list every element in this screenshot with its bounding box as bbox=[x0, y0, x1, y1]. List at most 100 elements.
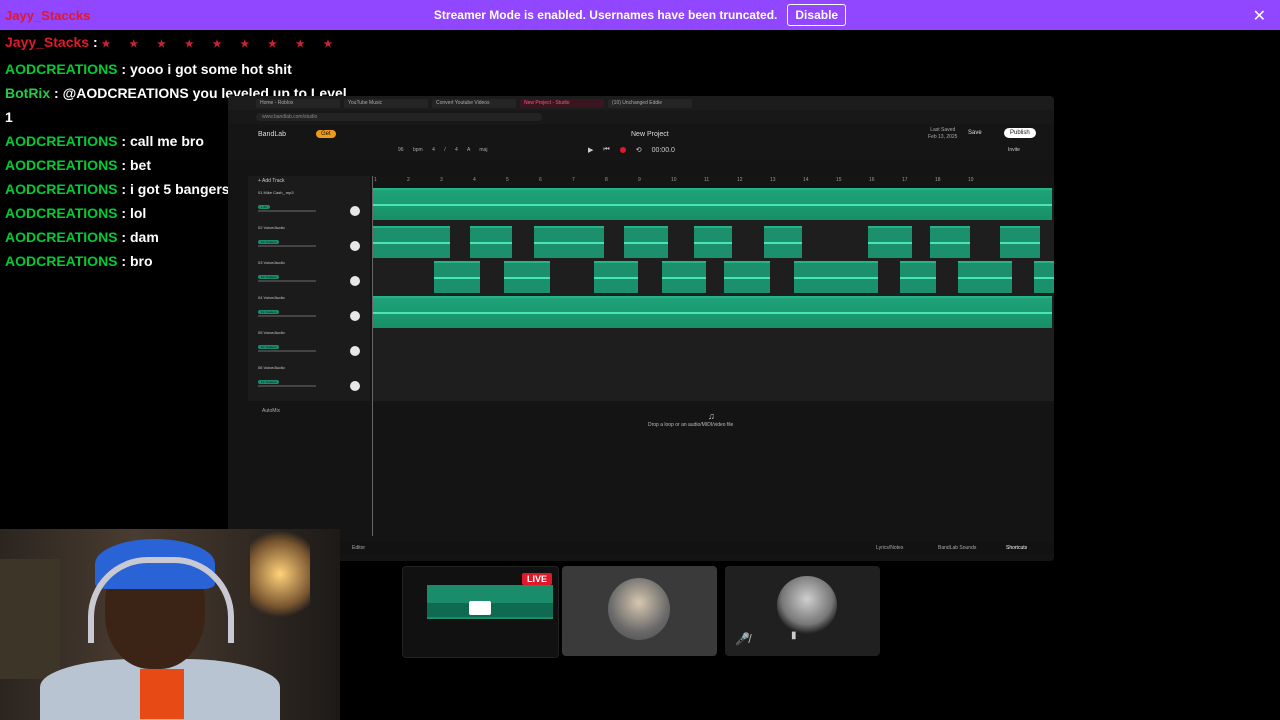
participant-tile[interactable] bbox=[562, 566, 717, 656]
track-lanes[interactable] bbox=[372, 188, 1054, 401]
volume-slider[interactable] bbox=[258, 280, 316, 282]
address-bar: www.bandlab.com/studio bbox=[228, 110, 1054, 124]
track-name[interactable]: 06 Voice/Audio bbox=[258, 365, 368, 370]
track-fx-badge[interactable]: + Fx bbox=[258, 205, 270, 209]
tempo-display[interactable]: 96 bpm 4 / 4 A maj bbox=[398, 147, 487, 153]
browser-tab[interactable]: (10) Unchanged Eddie bbox=[608, 98, 692, 108]
track-name[interactable]: 04 Voice/Audio bbox=[258, 295, 368, 300]
pan-knob[interactable] bbox=[350, 346, 360, 356]
audio-clip[interactable] bbox=[662, 261, 706, 293]
track-fx-badge[interactable]: Fx: Custom bbox=[258, 240, 280, 244]
pan-knob[interactable] bbox=[350, 276, 360, 286]
audio-clip[interactable] bbox=[694, 226, 732, 258]
audio-clip[interactable] bbox=[372, 296, 1052, 328]
chat-username[interactable]: AODCREATIONS bbox=[5, 253, 118, 269]
track-fx-badge[interactable]: Fx: Custom bbox=[258, 275, 280, 279]
rewind-icon[interactable]: ⏮ bbox=[603, 146, 609, 154]
bandlab-brand[interactable]: BandLab bbox=[258, 131, 286, 138]
track-header[interactable]: 01 Mike Cash_.mp3 + Fx bbox=[258, 190, 368, 224]
audio-clip[interactable] bbox=[434, 261, 480, 293]
track-name[interactable]: 03 Voice/Audio bbox=[258, 260, 368, 265]
pan-knob[interactable] bbox=[350, 206, 360, 216]
ruler-bar-number: 19 bbox=[968, 177, 974, 183]
participant-tile-muted[interactable]: 🎤̸ ▮ bbox=[725, 566, 880, 656]
chat-username[interactable]: BotRix bbox=[5, 85, 50, 101]
chat-username[interactable]: Jayy_Stacks bbox=[5, 34, 89, 50]
editor-tab[interactable]: Editor bbox=[352, 545, 365, 551]
chat-username[interactable]: AODCREATIONS bbox=[5, 61, 118, 77]
track-fx-badge[interactable]: Fx: Custom bbox=[258, 380, 280, 384]
track-fx-badge[interactable]: Fx: Custom bbox=[258, 345, 280, 349]
chat-username[interactable]: AODCREATIONS bbox=[5, 229, 118, 245]
close-icon[interactable]: ✕ bbox=[1253, 6, 1266, 26]
waveform bbox=[504, 276, 550, 279]
save-button[interactable]: Save bbox=[968, 130, 982, 136]
track-header[interactable]: 02 Voice/Audio Fx: Custom bbox=[258, 225, 368, 259]
play-icon[interactable]: ▶ bbox=[588, 146, 593, 154]
track-name[interactable]: 02 Voice/Audio bbox=[258, 225, 368, 230]
browser-tab[interactable]: New Project - Studio bbox=[520, 98, 604, 108]
audio-clip[interactable] bbox=[1000, 226, 1040, 258]
chat-username[interactable]: AODCREATIONS bbox=[5, 157, 118, 173]
volume-slider[interactable] bbox=[258, 385, 316, 387]
track-header[interactable]: 03 Voice/Audio Fx: Custom bbox=[258, 260, 368, 294]
pan-knob[interactable] bbox=[350, 381, 360, 391]
pan-knob[interactable] bbox=[350, 311, 360, 321]
record-icon[interactable] bbox=[619, 147, 626, 153]
disable-streamer-mode-button[interactable]: Disable bbox=[787, 4, 847, 26]
audio-clip[interactable] bbox=[930, 226, 970, 258]
track-name[interactable]: 05 Voice/Audio bbox=[258, 330, 368, 335]
audio-clip[interactable] bbox=[764, 226, 802, 258]
track-name[interactable]: 01 Mike Cash_.mp3 bbox=[258, 190, 368, 195]
volume-slider[interactable] bbox=[258, 245, 316, 247]
invite-button[interactable]: Invite bbox=[1008, 147, 1020, 153]
publish-button[interactable]: Publish bbox=[1004, 128, 1036, 138]
audio-clip[interactable] bbox=[504, 261, 550, 293]
browser-tab[interactable]: YouTube Music bbox=[344, 98, 428, 108]
audio-clip[interactable] bbox=[372, 188, 1052, 220]
timeline-ruler[interactable]: 1 2 3 4 5 6 7 8 9 10 11 12 13 14 15 16 17 18 19 bbox=[372, 176, 1054, 186]
audio-clip[interactable] bbox=[794, 261, 878, 293]
audio-clip[interactable] bbox=[372, 226, 450, 258]
chat-username[interactable]: AODCREATIONS bbox=[5, 205, 118, 221]
audio-clip[interactable] bbox=[958, 261, 1012, 293]
audio-clip[interactable] bbox=[868, 226, 912, 258]
get-button[interactable]: Get bbox=[316, 130, 336, 138]
audio-clip[interactable] bbox=[1034, 261, 1054, 293]
chat-text: yooo i got some hot shit bbox=[129, 61, 292, 77]
project-title[interactable]: New Project bbox=[631, 131, 669, 138]
track-header[interactable]: 05 Voice/Audio Fx: Custom bbox=[258, 330, 368, 364]
ruler-bar-number: 13 bbox=[770, 177, 776, 183]
browser-tab[interactable]: Home - Roblox bbox=[256, 98, 340, 108]
playhead[interactable] bbox=[372, 176, 373, 536]
chat-username[interactable]: AODCREATIONS bbox=[5, 133, 118, 149]
chat-username[interactable]: AODCREATIONS bbox=[5, 181, 118, 197]
audio-clip[interactable] bbox=[594, 261, 638, 293]
audio-clip[interactable] bbox=[900, 261, 936, 293]
track-fx-badge[interactable]: Fx: Custom bbox=[258, 310, 280, 314]
track-header[interactable]: 04 Voice/Audio Fx: Custom bbox=[258, 295, 368, 329]
time-signature[interactable]: 4 / 4 bbox=[432, 147, 458, 153]
shortcuts-tab[interactable]: Shortcuts bbox=[1006, 545, 1027, 551]
audio-clip[interactable] bbox=[470, 226, 512, 258]
chat-separator: : bbox=[50, 85, 63, 101]
key-value[interactable]: A maj bbox=[467, 147, 488, 153]
screen-share-thumbnail[interactable]: LIVE bbox=[402, 566, 559, 658]
volume-slider[interactable] bbox=[258, 315, 316, 317]
automix-label[interactable]: AutoMix bbox=[262, 408, 280, 414]
audio-clip[interactable] bbox=[534, 226, 604, 258]
loop-icon[interactable]: ⟲ bbox=[636, 146, 642, 154]
audio-clip[interactable] bbox=[624, 226, 668, 258]
tempo-value[interactable]: 96 bpm bbox=[398, 147, 423, 153]
audio-clip[interactable] bbox=[724, 261, 770, 293]
chat-separator: : bbox=[117, 229, 130, 245]
add-track-button[interactable]: + Add Track bbox=[258, 178, 285, 184]
browser-tab[interactable]: Convert Youtube Videos bbox=[432, 98, 516, 108]
volume-slider[interactable] bbox=[258, 350, 316, 352]
volume-slider[interactable] bbox=[258, 210, 316, 212]
track-header[interactable]: 06 Voice/Audio Fx: Custom bbox=[258, 365, 368, 399]
lyrics-tab[interactable]: Lyrics/Notes bbox=[876, 545, 903, 551]
url-field[interactable]: www.bandlab.com/studio bbox=[256, 113, 542, 121]
pan-knob[interactable] bbox=[350, 241, 360, 251]
sounds-tab[interactable]: BandLab Sounds bbox=[938, 545, 976, 551]
